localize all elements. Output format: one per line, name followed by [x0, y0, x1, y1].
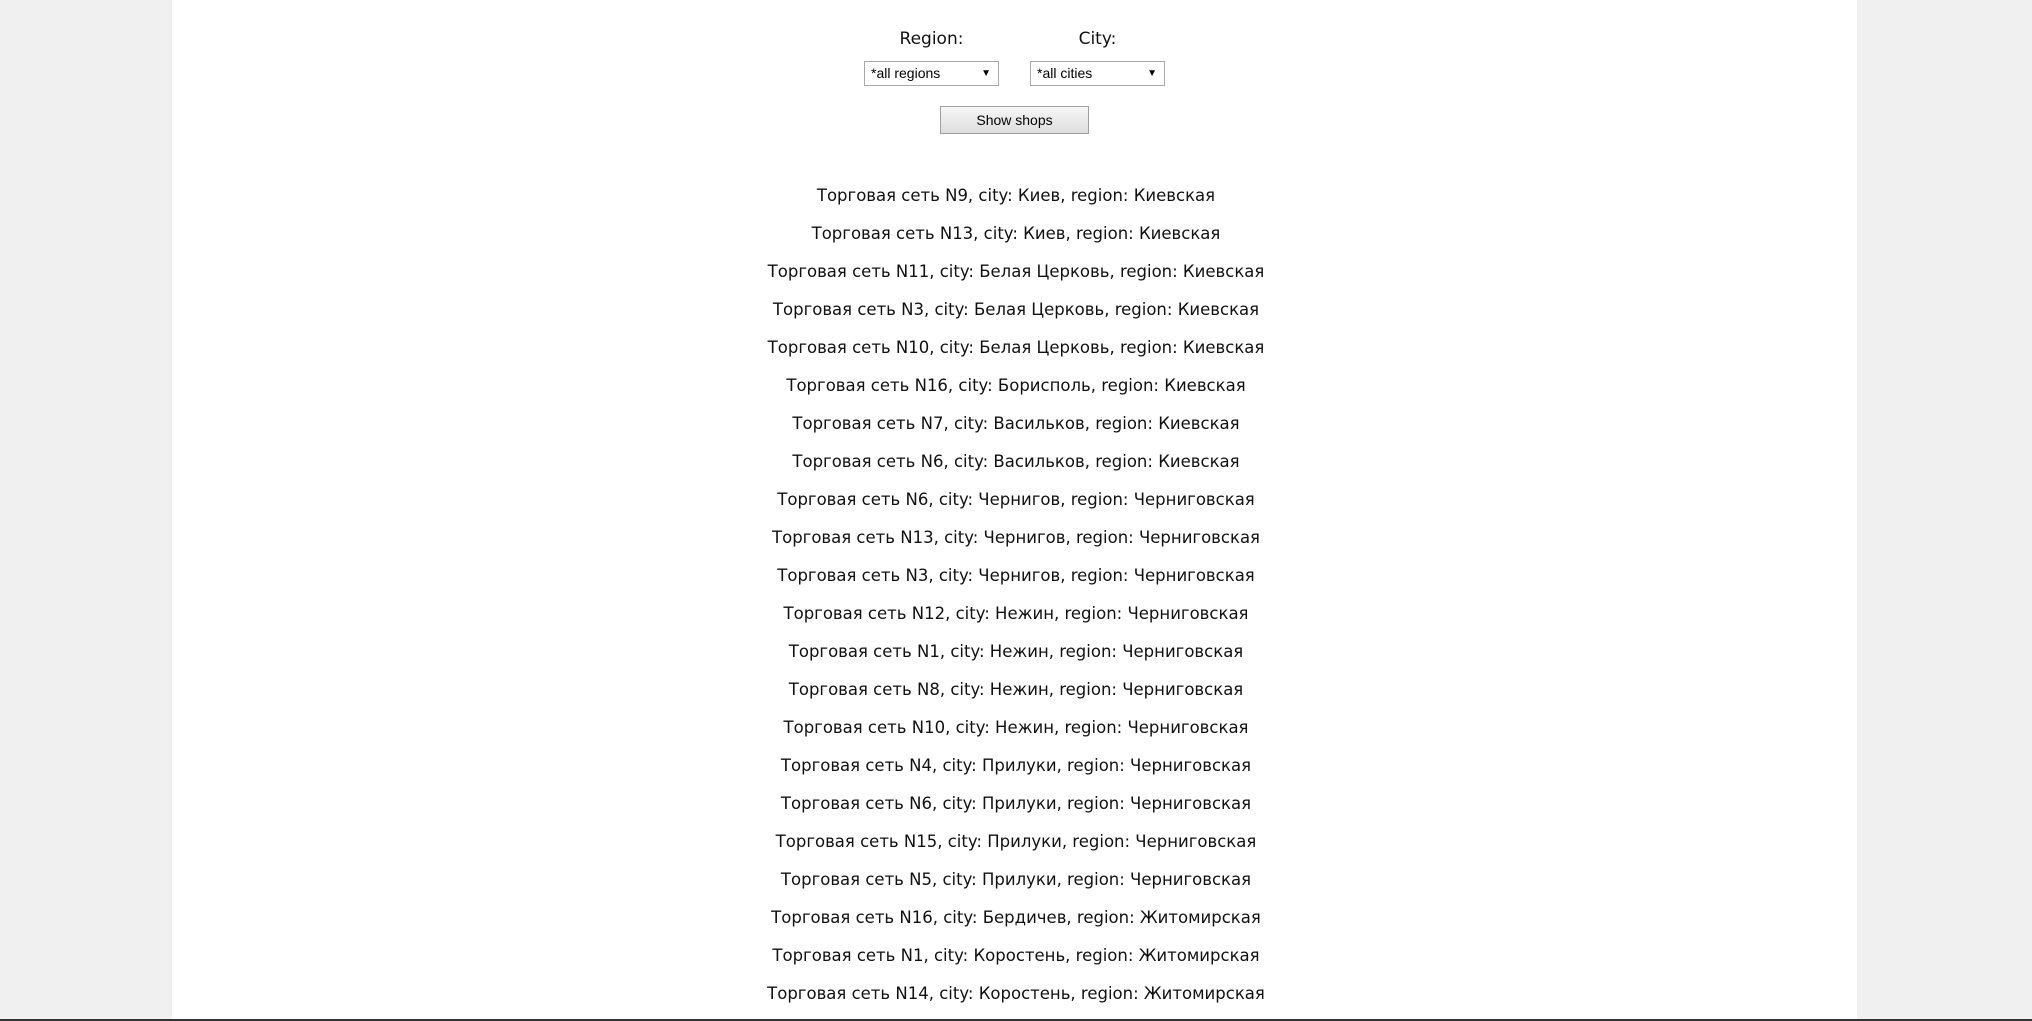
- shop-list-item: Торговая сеть N3, city: Чернигов, region…: [777, 566, 1255, 585]
- shop-list-item: Торговая сеть N3, city: Белая Церковь, r…: [772, 300, 1260, 319]
- show-shops-button[interactable]: Show shops: [940, 106, 1089, 134]
- shop-list-item: Торговая сеть N9, city: Киев, region: Ки…: [816, 186, 1216, 205]
- shop-list-item: Торговая сеть N8, city: Нежин, region: Ч…: [788, 680, 1244, 699]
- shop-list-item: Торговая сеть N16, city: Бердичев, regio…: [771, 908, 1261, 927]
- shop-list-item: Торговая сеть N1, city: Коростень, regio…: [772, 946, 1260, 965]
- shop-list: Торговая сеть N9, city: Киев, region: Ки…: [0, 184, 2032, 1020]
- shop-list-item: Торговая сеть N6, city: Прилуки, region:…: [780, 794, 1252, 813]
- region-select-value: *all regions: [871, 65, 941, 81]
- shop-list-item: Торговая сеть N16, city: Борисполь, regi…: [786, 376, 1246, 395]
- dropdown-arrow-icon: ▼: [1147, 68, 1157, 79]
- shop-list-item: Торговая сеть N13, city: Чернигов, regio…: [772, 528, 1260, 547]
- city-select[interactable]: *all cities ▼: [1030, 61, 1165, 86]
- shop-list-item: Торговая сеть N1, city: Нежин, region: Ч…: [788, 642, 1244, 661]
- shop-list-item: Торговая сеть N11, city: Белая Церковь, …: [767, 262, 1265, 281]
- shop-list-item: Торговая сеть N6, city: Чернигов, region…: [777, 490, 1255, 509]
- shop-list-item: Торговая сеть N5, city: Прилуки, region:…: [780, 870, 1252, 889]
- shop-list-item: Торговая сеть N12, city: Нежин, region: …: [783, 604, 1249, 623]
- shop-list-item: Торговая сеть N14, city: Коростень, regi…: [767, 984, 1265, 1003]
- shop-list-item: Торговая сеть N6, city: Васильков, regio…: [792, 452, 1240, 471]
- shop-list-item: Торговая сеть N15, city: Прилуки, region…: [775, 832, 1257, 851]
- city-select-value: *all cities: [1037, 65, 1093, 81]
- shop-list-item: Торговая сеть N4, city: Прилуки, region:…: [780, 756, 1252, 775]
- shop-list-item: Торговая сеть N10, city: Белая Церковь, …: [767, 338, 1265, 357]
- shop-list-item: Торговая сеть N10, city: Нежин, region: …: [783, 718, 1249, 737]
- shop-list-item: Торговая сеть N7, city: Васильков, regio…: [792, 414, 1240, 433]
- shop-list-item: Торговая сеть N13, city: Киев, region: К…: [811, 224, 1221, 243]
- city-label: City:: [1078, 29, 1117, 49]
- region-label: Region:: [899, 29, 964, 49]
- region-select[interactable]: *all regions ▼: [864, 61, 999, 86]
- dropdown-arrow-icon: ▼: [981, 68, 991, 79]
